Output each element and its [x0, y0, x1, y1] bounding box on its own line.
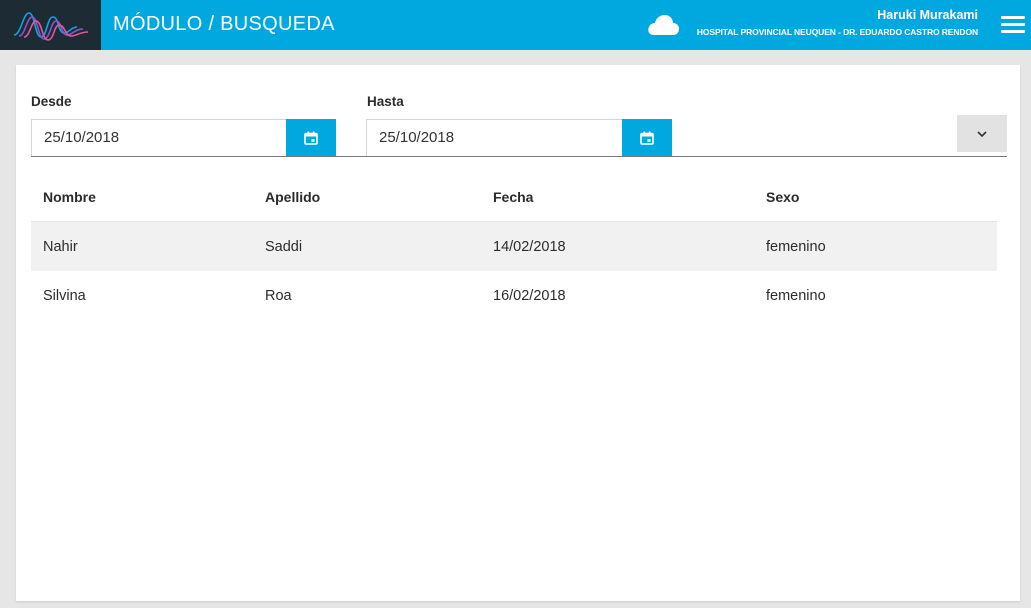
- menu-button[interactable]: [1001, 16, 1025, 34]
- cloud-icon: [648, 15, 679, 35]
- cell-nombre: Nahir: [43, 238, 78, 255]
- app-logo[interactable]: [0, 0, 101, 50]
- cell-sexo: femenino: [766, 238, 826, 255]
- hamburger-menu-icon: [1001, 16, 1025, 33]
- hasta-date-input[interactable]: 25/10/2018: [366, 119, 623, 157]
- cell-fecha: 14/02/2018: [493, 238, 566, 255]
- cell-nombre: Silvina: [43, 287, 86, 304]
- table-row[interactable]: Nahir Saddi 14/02/2018 femenino: [31, 222, 997, 271]
- cell-apellido: Saddi: [265, 238, 303, 255]
- table-header-row: Nombre Apellido Fecha Sexo: [31, 173, 997, 222]
- desde-label: Desde: [31, 94, 72, 109]
- cell-apellido: Roa: [265, 287, 292, 304]
- column-header-fecha[interactable]: Fecha: [493, 173, 533, 221]
- user-name: Haruki Murakami: [877, 8, 978, 22]
- organization-name: HOSPITAL PROVINCIAL NEUQUEN - DR. EDUARD…: [696, 27, 978, 37]
- expand-filters-button[interactable]: [957, 115, 1007, 152]
- page-title: MÓDULO / BUSQUEDA: [113, 13, 335, 35]
- top-bar: MÓDULO / BUSQUEDA Haruki Murakami HOSPIT…: [0, 0, 1031, 50]
- chevron-down-icon: [977, 130, 987, 137]
- column-header-nombre[interactable]: Nombre: [43, 173, 96, 221]
- cloud-status[interactable]: [646, 13, 680, 37]
- app-logo-icon: [13, 12, 88, 41]
- desde-date-input[interactable]: 25/10/2018: [31, 119, 287, 157]
- hasta-calendar-button[interactable]: [622, 119, 672, 157]
- calendar-icon: [640, 131, 654, 145]
- filter-divider: [31, 156, 1007, 157]
- cell-fecha: 16/02/2018: [493, 287, 566, 304]
- table-row[interactable]: Silvina Roa 16/02/2018 femenino: [31, 271, 997, 320]
- hasta-label: Hasta: [367, 94, 404, 109]
- calendar-icon: [304, 131, 318, 145]
- results-table: Nombre Apellido Fecha Sexo Nahir Saddi 1…: [31, 173, 997, 320]
- search-card: Desde 25/10/2018 Hasta 25/10/2018 Nombre…: [16, 65, 1020, 601]
- desde-calendar-button[interactable]: [286, 119, 336, 157]
- column-header-sexo[interactable]: Sexo: [766, 173, 799, 221]
- column-header-apellido[interactable]: Apellido: [265, 173, 320, 221]
- cell-sexo: femenino: [766, 287, 826, 304]
